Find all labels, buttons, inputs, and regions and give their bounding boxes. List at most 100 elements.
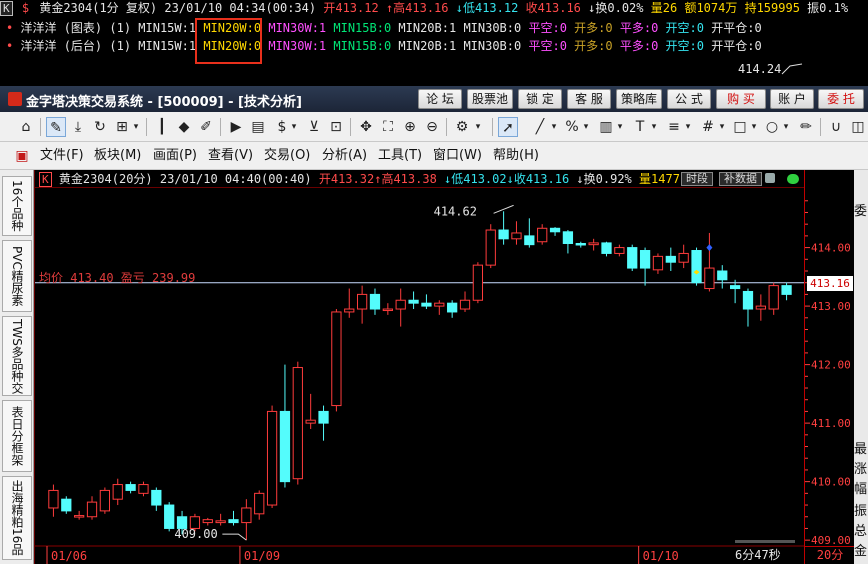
candle-body bbox=[86, 501, 98, 518]
document-icon[interactable]: ▤ bbox=[248, 117, 268, 137]
signal-item: 开多:0 bbox=[574, 39, 613, 53]
split-window-icon[interactable]: ◫ bbox=[848, 117, 868, 137]
chevron-down-icon[interactable]: ▾ bbox=[126, 117, 146, 137]
zoom-out-icon[interactable]: ⊖ bbox=[422, 117, 442, 137]
home-icon[interactable]: ⌂ bbox=[16, 117, 36, 137]
kline-chart[interactable]: K 黄金2304(20分) 23/01/10 04:40(00:40) 开413… bbox=[34, 170, 805, 564]
quote-amount: 额1074万 bbox=[684, 1, 738, 15]
chevron-down-icon[interactable]: ▾ bbox=[610, 117, 630, 137]
menu-window[interactable]: 窗口(W) bbox=[433, 147, 482, 165]
candle-body bbox=[369, 293, 381, 310]
signal-item: 平空:0 bbox=[528, 39, 567, 53]
signal-item: MIN30B:0 bbox=[463, 39, 522, 53]
drawing-toolbar: ⌂ ✎ ⤓ ↻ ⊞ ▾ ┃ ◆ ✐ ▶ ▤ $ ▾ ⊻ ⊡ ✥ ⛶ ⊕ ⊖ ⚙ … bbox=[0, 112, 868, 142]
kline-toggle[interactable]: K bbox=[0, 1, 13, 16]
low-marker bbox=[222, 533, 247, 541]
signal-item: MIN20B:1 bbox=[398, 39, 457, 53]
menu-view[interactable]: 查看(V) bbox=[208, 147, 253, 165]
candle-body bbox=[395, 299, 406, 310]
menu-trade[interactable]: 交易(O) bbox=[264, 147, 310, 165]
side-tab-16-products[interactable]: 16个品种 bbox=[2, 176, 32, 236]
panel-label: 幅 bbox=[854, 482, 868, 497]
service-button[interactable]: 客 服 bbox=[567, 89, 611, 109]
candle-body bbox=[614, 247, 625, 254]
scroll-thumb bbox=[735, 540, 795, 543]
chevron-down-icon[interactable]: ▾ bbox=[468, 117, 488, 137]
panel-label: 委 bbox=[854, 204, 868, 219]
candle-body bbox=[742, 290, 754, 310]
status-dot-icon bbox=[787, 174, 799, 184]
candle-body bbox=[292, 367, 303, 480]
menu-screen[interactable]: 画面(P) bbox=[153, 147, 197, 165]
quote-volume: 量26 bbox=[650, 1, 678, 15]
menu-file[interactable]: 文件(F) bbox=[40, 147, 84, 165]
formula-button[interactable]: 公 式 bbox=[667, 89, 711, 109]
cloud-icon[interactable] bbox=[765, 173, 775, 183]
side-tab-pvc[interactable]: PVC精尿素 bbox=[2, 240, 32, 312]
quote-amplitude: 振0.1% bbox=[807, 1, 849, 15]
order-button[interactable]: 委 托 bbox=[818, 89, 864, 109]
fit-screen-icon[interactable]: ⛶ bbox=[378, 117, 398, 137]
candle-body bbox=[266, 410, 278, 506]
candle-body bbox=[164, 504, 175, 529]
chevron-down-icon[interactable]: ▾ bbox=[712, 117, 732, 137]
candle-body bbox=[729, 285, 741, 290]
date-tick-label: 01/06 bbox=[51, 549, 87, 563]
chevron-down-icon[interactable]: ▾ bbox=[284, 117, 304, 137]
candle-body bbox=[74, 515, 85, 518]
toolbar-separator bbox=[350, 118, 351, 136]
magnet-icon[interactable]: ∪ bbox=[826, 117, 846, 137]
candles-plot[interactable]: 01/06 01/09 01/10 414.62 409.00 bbox=[35, 188, 805, 564]
diamond-alert-icon[interactable]: ◆ bbox=[174, 117, 194, 137]
candle-body bbox=[421, 302, 432, 307]
chevron-down-icon[interactable]: ▾ bbox=[644, 117, 664, 137]
symbol-name: 黄金2304 bbox=[39, 1, 93, 15]
chevron-down-icon[interactable]: ▾ bbox=[678, 117, 698, 137]
side-tab-tws[interactable]: TWS多品种交 bbox=[2, 316, 32, 396]
menu-analysis[interactable]: 分析(A) bbox=[322, 147, 367, 165]
pointer-icon[interactable]: ➚ bbox=[498, 117, 518, 137]
menu-app-icon[interactable]: ▣ bbox=[12, 146, 32, 166]
candle-body bbox=[112, 484, 123, 500]
menu-help[interactable]: 帮助(H) bbox=[493, 147, 539, 165]
candle-chart-icon[interactable]: ┃ bbox=[152, 117, 172, 137]
side-tab-overseas[interactable]: 出海精粕16品 bbox=[2, 476, 32, 560]
menu-tools[interactable]: 工具(T) bbox=[378, 147, 422, 165]
edit-note-icon[interactable]: ✐ bbox=[196, 117, 216, 137]
account-button[interactable]: 账 户 bbox=[770, 89, 814, 109]
buy-button[interactable]: 购 买 bbox=[716, 89, 766, 109]
signal-item: MIN30W:1 bbox=[268, 21, 327, 35]
menu-sector[interactable]: 板块(M) bbox=[94, 147, 141, 165]
chevron-down-icon[interactable]: ▾ bbox=[544, 117, 564, 137]
strategy-lib-button[interactable]: 策略库 bbox=[616, 89, 662, 109]
period-indicator[interactable]: 20分 bbox=[805, 546, 855, 564]
play-icon[interactable]: ▶ bbox=[226, 117, 246, 137]
lock-button[interactable]: 锁 定 bbox=[518, 89, 562, 109]
quote-hold: 持159995 bbox=[744, 1, 800, 15]
pencil-icon[interactable]: ✏ bbox=[796, 117, 816, 137]
kline-toggle[interactable]: K bbox=[39, 172, 52, 187]
chevron-down-icon[interactable]: ▾ bbox=[576, 117, 596, 137]
filter-icon[interactable]: ⊻ bbox=[304, 117, 324, 137]
fill-data-button[interactable]: 补数据 bbox=[719, 172, 762, 186]
forum-button[interactable]: 论 坛 bbox=[418, 89, 462, 109]
current-price-tag: 413.16 bbox=[807, 276, 853, 291]
move-icon[interactable]: ✥ bbox=[356, 117, 376, 137]
chart-datetime: 23/01/10 04:40(00:40) bbox=[159, 172, 312, 186]
draw-pen-icon[interactable]: ✎ bbox=[46, 117, 66, 137]
refresh-icon[interactable]: ↻ bbox=[90, 117, 110, 137]
adjust-icon[interactable]: ⊡ bbox=[326, 117, 346, 137]
candle-body bbox=[331, 311, 342, 407]
zoom-in-icon[interactable]: ⊕ bbox=[400, 117, 420, 137]
side-tab-daily-frame[interactable]: 表日分框架 bbox=[2, 400, 32, 472]
price-tick-label: 414.00 bbox=[811, 242, 851, 255]
chevron-down-icon[interactable]: ▾ bbox=[744, 117, 764, 137]
quote-high: ↑高413.16 bbox=[385, 1, 449, 15]
candle-body bbox=[99, 489, 111, 512]
stock-pool-button[interactable]: 股票池 bbox=[467, 89, 513, 109]
chevron-down-icon[interactable]: ▾ bbox=[776, 117, 796, 137]
candle-body bbox=[228, 519, 239, 524]
session-button[interactable]: 时段 bbox=[681, 172, 713, 186]
candle-body bbox=[627, 247, 638, 269]
download-icon[interactable]: ⤓ bbox=[68, 117, 88, 137]
